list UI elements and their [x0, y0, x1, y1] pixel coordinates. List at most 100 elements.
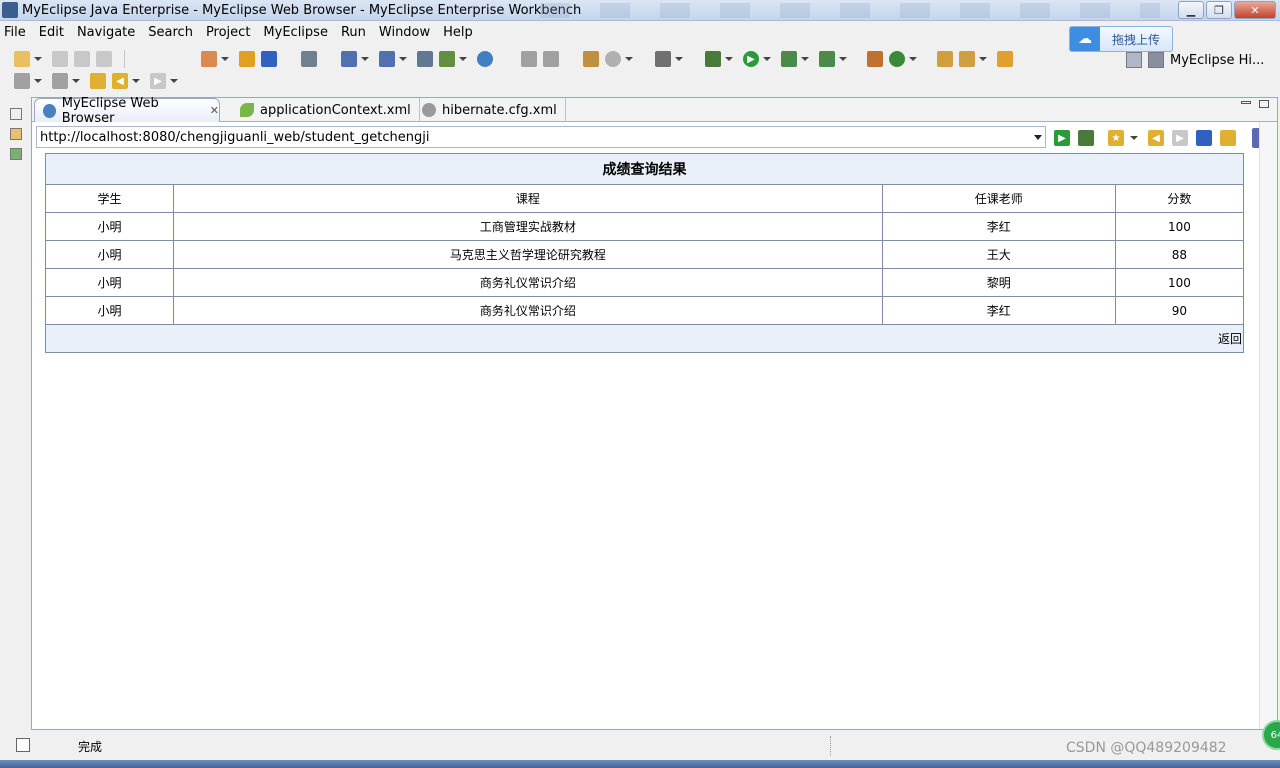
- editor-tabs: MyEclipse Web Browser ✕ applicationConte…: [32, 96, 1277, 126]
- debug-dropdown-icon[interactable]: [725, 57, 733, 61]
- score-cell: 90: [1114, 296, 1245, 325]
- browser-back-icon[interactable]: ◀: [1148, 130, 1164, 146]
- open-type-icon[interactable]: [417, 51, 433, 67]
- table-title: 成绩查询结果: [45, 153, 1244, 185]
- close-window-button[interactable]: ✕: [1234, 1, 1276, 19]
- save-all-icon[interactable]: [74, 51, 90, 67]
- header-student: 学生: [44, 184, 175, 213]
- minimize-view-icon[interactable]: [1241, 101, 1251, 104]
- back-dropdown-icon[interactable]: [132, 79, 140, 83]
- camera-icon[interactable]: [655, 51, 671, 67]
- tab-web-browser[interactable]: MyEclipse Web Browser ✕: [34, 96, 220, 126]
- forward-dropdown-icon[interactable]: [170, 79, 178, 83]
- deploy-icon[interactable]: [261, 51, 277, 67]
- debug-page-icon[interactable]: [1078, 130, 1094, 146]
- globe-icon[interactable]: [477, 51, 493, 67]
- maximize-view-icon[interactable]: [1259, 100, 1269, 108]
- menu-help[interactable]: Help: [443, 25, 473, 40]
- back-icon[interactable]: ◀: [112, 73, 128, 89]
- go-icon[interactable]: ▶: [1054, 130, 1070, 146]
- favorites-icon[interactable]: ★: [1108, 130, 1124, 146]
- server-dropdown-icon[interactable]: [221, 57, 229, 61]
- back-history-icon[interactable]: [521, 51, 537, 67]
- external-tools-icon[interactable]: [819, 51, 835, 67]
- run-dropdown-icon[interactable]: [763, 57, 771, 61]
- db-browser-icon[interactable]: [301, 51, 317, 67]
- pin-dropdown-icon[interactable]: [979, 57, 987, 61]
- vertical-scrollbar[interactable]: [1259, 122, 1277, 729]
- new-dropdown-icon[interactable]: [34, 57, 42, 61]
- browser-forward-icon[interactable]: ▶: [1172, 130, 1188, 146]
- menu-edit[interactable]: Edit: [39, 25, 64, 40]
- teacher-cell: 王大: [881, 240, 1116, 269]
- open-task-icon[interactable]: [997, 51, 1013, 67]
- perspective-switcher[interactable]: MyEclipse Hi...: [1126, 50, 1264, 70]
- web-wizard-dropdown-icon[interactable]: [399, 57, 407, 61]
- menu-run[interactable]: Run: [341, 25, 366, 40]
- hierarchy-icon[interactable]: [10, 148, 22, 160]
- menu-navigate[interactable]: Navigate: [77, 25, 135, 40]
- url-input[interactable]: [37, 127, 1027, 147]
- image-editor-icon[interactable]: [583, 51, 599, 67]
- package-explorer-icon[interactable]: [10, 128, 22, 140]
- previous-annotation-icon[interactable]: [52, 73, 68, 89]
- fast-view-icon[interactable]: [16, 738, 30, 752]
- minimize-button[interactable]: ▁: [1178, 1, 1204, 19]
- new-class-icon[interactable]: [889, 51, 905, 67]
- footer-cell: 返回: [45, 324, 1244, 353]
- next-annotation-icon[interactable]: [14, 73, 30, 89]
- last-edit-location-icon[interactable]: [90, 73, 106, 89]
- url-dropdown-icon[interactable]: [1034, 135, 1042, 140]
- next-annotation-dropdown-icon[interactable]: [34, 79, 42, 83]
- open-folder-icon[interactable]: [937, 51, 953, 67]
- new-icon[interactable]: [14, 51, 30, 67]
- new-java-project-icon[interactable]: [867, 51, 883, 67]
- browser-toolbar: ▶ ★ ◀ ▶: [1054, 128, 1280, 148]
- print-icon[interactable]: [96, 51, 112, 67]
- menu-project[interactable]: Project: [206, 25, 250, 40]
- refresh-icon[interactable]: [1220, 130, 1236, 146]
- forward-icon[interactable]: ▶: [150, 73, 166, 89]
- open-resource-dropdown-icon[interactable]: [459, 57, 467, 61]
- tab-label: hibernate.cfg.xml: [442, 102, 557, 118]
- external-tools-dropdown-icon[interactable]: [839, 57, 847, 61]
- web-service-dropdown-icon[interactable]: [625, 57, 633, 61]
- stop-icon[interactable]: [1196, 130, 1212, 146]
- course-cell: 工商管理实战教材: [173, 212, 883, 241]
- menu-window[interactable]: Window: [379, 25, 430, 40]
- web-wizard-icon[interactable]: [379, 51, 395, 67]
- close-tab-icon[interactable]: ✕: [210, 104, 219, 117]
- wizard-icon[interactable]: [341, 51, 357, 67]
- drag-upload-widget[interactable]: ☁ 拖拽上传: [1069, 26, 1173, 52]
- coverage-icon[interactable]: [781, 51, 797, 67]
- debug-icon[interactable]: [705, 51, 721, 67]
- forward-history-icon[interactable]: [543, 51, 559, 67]
- windows-taskbar: [0, 760, 1280, 768]
- new-class-dropdown-icon[interactable]: [909, 57, 917, 61]
- restore-view-icon[interactable]: [10, 108, 22, 120]
- tab-hibernate-cfg[interactable]: hibernate.cfg.xml: [414, 98, 566, 122]
- web-service-icon[interactable]: [605, 51, 621, 67]
- pin-icon[interactable]: [959, 51, 975, 67]
- back-link[interactable]: 返回: [1218, 332, 1242, 346]
- favorites-dropdown-icon[interactable]: [1130, 136, 1138, 140]
- run-icon[interactable]: ▶: [743, 51, 759, 67]
- camera-dropdown-icon[interactable]: [675, 57, 683, 61]
- myeclipse-perspective-icon: [1148, 52, 1164, 68]
- open-perspective-icon[interactable]: [1126, 52, 1142, 68]
- speed-badge[interactable]: 64: [1262, 720, 1280, 750]
- save-icon[interactable]: [52, 51, 68, 67]
- menu-file[interactable]: File: [4, 25, 26, 40]
- student-cell: 小明: [44, 296, 175, 325]
- wizard-dropdown-icon[interactable]: [361, 57, 369, 61]
- menu-search[interactable]: Search: [148, 25, 193, 40]
- previous-annotation-dropdown-icon[interactable]: [72, 79, 80, 83]
- result-table: 成绩查询结果 学生 课程 任课老师 分数 小明 工商管理实战教材 李红 100 …: [44, 153, 1245, 353]
- tab-application-context[interactable]: applicationContext.xml: [232, 98, 420, 122]
- coverage-dropdown-icon[interactable]: [801, 57, 809, 61]
- new-server-icon[interactable]: [201, 51, 217, 67]
- menu-myeclipse[interactable]: MyEclipse: [263, 25, 328, 40]
- package-icon[interactable]: [239, 51, 255, 67]
- maximize-button[interactable]: ❐: [1206, 1, 1232, 19]
- open-resource-icon[interactable]: [439, 51, 455, 67]
